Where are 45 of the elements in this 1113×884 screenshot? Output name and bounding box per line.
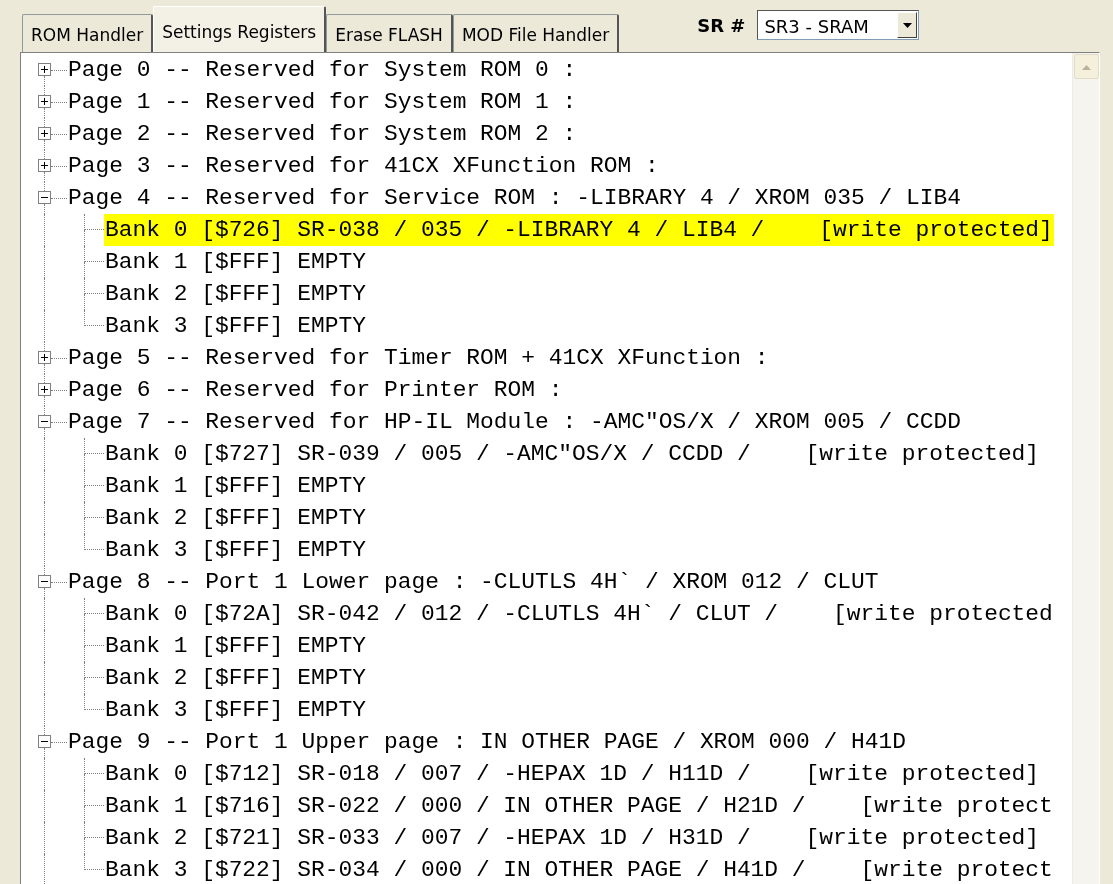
expand-icon[interactable]: [38, 159, 51, 172]
tree-item[interactable]: Bank 1 [$FFF] EMPTY: [104, 630, 367, 662]
dropdown-arrow-icon: [902, 22, 912, 28]
tree-item[interactable]: Page 5 -- Reserved for Timer ROM + 41CX XFunction :: [67, 342, 770, 374]
collapse-icon[interactable]: [38, 575, 51, 588]
collapse-icon[interactable]: [38, 191, 51, 204]
tree-item[interactable]: Bank 3 [$FFF] EMPTY: [104, 694, 367, 726]
tree-item[interactable]: Page 1 -- Reserved for System ROM 1 :: [67, 86, 578, 118]
tree-item[interactable]: Page 4 -- Reserved for Service ROM : -LIBRARY 4 / XROM 035 / LIB4: [67, 182, 962, 214]
tree-item[interactable]: Bank 0 [$712] SR-018 / 007 / -HEPAX 1D / H11D / [write protected]: [104, 758, 1041, 790]
tree-item[interactable]: Page 0 -- Reserved for System ROM 0 :: [67, 54, 578, 86]
tree-item[interactable]: Page 6 -- Reserved for Printer ROM :: [67, 374, 564, 406]
tree-item[interactable]: Bank 3 [$FFF] EMPTY: [104, 534, 367, 566]
tree-item[interactable]: Bank 1 [$FFF] EMPTY: [104, 246, 367, 278]
expand-icon[interactable]: [38, 95, 51, 108]
tree-item[interactable]: Bank 3 [$FFF] EMPTY: [104, 310, 367, 342]
tree-item[interactable]: Bank 2 [$FFF] EMPTY: [104, 502, 367, 534]
tree-item[interactable]: Bank 3 [$722] SR-034 / 000 / IN OTHER PAGE / H41D / [write protect: [104, 854, 1054, 884]
sr-select[interactable]: SR3 - SRAM: [757, 10, 920, 40]
tree-item[interactable]: Bank 2 [$721] SR-033 / 007 / -HEPAX 1D / H31D / [write protected]: [104, 822, 1041, 854]
field-label: SR #: [697, 14, 746, 38]
collapse-icon[interactable]: [38, 735, 51, 748]
tab[interactable]: MOD File Handler: [452, 14, 620, 52]
tab[interactable]: Settings Registers: [153, 6, 327, 52]
expand-icon[interactable]: [38, 127, 51, 140]
expand-icon[interactable]: [38, 383, 51, 396]
tree-item[interactable]: Bank 0 [$726] SR-038 / 035 / -LIBRARY 4 / LIB4 / [write protected]: [104, 214, 1054, 246]
tree-item[interactable]: Bank 2 [$FFF] EMPTY: [104, 278, 367, 310]
tree-item[interactable]: Page 3 -- Reserved for 41CX XFunction ROM :: [67, 150, 660, 182]
tree-item[interactable]: Bank 1 [$FFF] EMPTY: [104, 470, 367, 502]
expand-icon[interactable]: [38, 351, 51, 364]
up-arrow-icon: [1082, 63, 1091, 70]
tree-item[interactable]: Bank 0 [$727] SR-039 / 005 / -AMC"OS/X / CCDD / [write protected]: [104, 438, 1041, 470]
scrollbar[interactable]: [1072, 53, 1099, 884]
tree-item[interactable]: Page 9 -- Port 1 Upper page : IN OTHER PAGE / XROM 000 / H41D: [67, 726, 907, 758]
tree-item[interactable]: Page 7 -- Reserved for HP-IL Module : -AMC"OS/X / XROM 005 / CCDD: [67, 406, 962, 438]
tree-item[interactable]: Bank 2 [$FFF] EMPTY: [104, 662, 367, 694]
tab[interactable]: ROM Handler: [22, 14, 154, 52]
tree-item[interactable]: Bank 1 [$716] SR-022 / 000 / IN OTHER PAGE / H21D / [write protect: [104, 790, 1054, 822]
tab[interactable]: Erase FLASH: [326, 14, 453, 52]
tree-item[interactable]: Page 8 -- Port 1 Lower page : -CLUTLS 4H` / XROM 012 / CLUT: [67, 566, 880, 598]
expand-icon[interactable]: [38, 63, 51, 76]
collapse-icon[interactable]: [38, 415, 51, 428]
tree-item[interactable]: Page 2 -- Reserved for System ROM 2 :: [67, 118, 578, 150]
tree-item[interactable]: Bank 0 [$72A] SR-042 / 012 / -CLUTLS 4H` / CLUT / [write protected: [104, 598, 1054, 630]
